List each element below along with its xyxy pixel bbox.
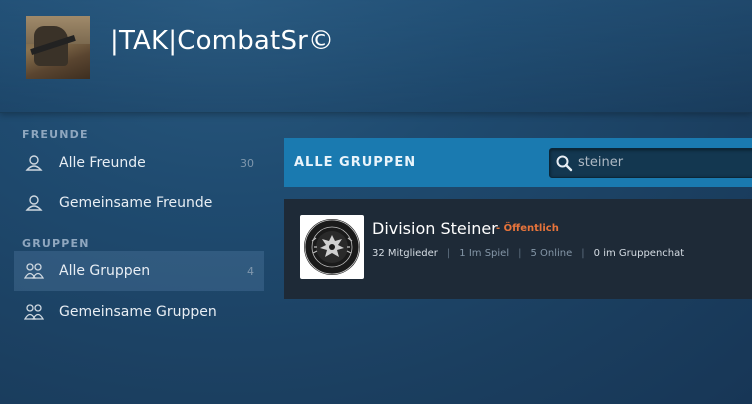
group-online: 5 Online	[530, 248, 573, 259]
sidebar-item-count: 4	[247, 264, 254, 278]
group-in-game: 1 Im Spiel	[459, 248, 510, 259]
group-stats: 32 Mitglieder | 1 Im Spiel | 5 Online | …	[372, 248, 684, 259]
person-icon	[24, 194, 44, 212]
profile-header: |TAK|CombatSr©	[0, 0, 752, 113]
group-visibility-badge: - Öffentlich	[496, 223, 559, 234]
group-logo[interactable]	[300, 215, 364, 279]
sidebar-item-label: Gemeinsame Freunde	[59, 195, 213, 211]
sidebar-item-label: Alle Gruppen	[59, 263, 151, 279]
sidebar-item-all-groups[interactable]: Alle Gruppen 4	[14, 251, 264, 291]
group-in-chat: 0 im Gruppenchat	[593, 248, 685, 259]
group-search-input[interactable]	[578, 153, 748, 171]
section-label-friends: FREUNDE	[22, 128, 89, 141]
sidebar-item-all-friends[interactable]: Alle Freunde 30	[14, 143, 264, 183]
sidebar-item-label: Gemeinsame Gruppen	[59, 304, 217, 320]
sidebar-item-label: Alle Freunde	[59, 155, 146, 171]
group-name[interactable]: Division Steiner	[372, 219, 498, 238]
stat-divider: |	[581, 248, 585, 259]
sidebar-item-common-groups[interactable]: Gemeinsame Gruppen	[14, 292, 264, 332]
group-result-card[interactable]: Division Steiner - Öffentlich 32 Mitglie…	[284, 199, 752, 299]
profile-username: |TAK|CombatSr©	[110, 26, 335, 56]
groups-title: ALLE GRUPPEN	[294, 155, 417, 170]
section-label-groups: GRUPPEN	[22, 237, 90, 250]
avatar[interactable]	[26, 16, 90, 79]
group-members: 32 Mitglieder	[372, 248, 438, 259]
groups-header-bar: ALLE GRUPPEN	[284, 138, 752, 187]
person-icon	[24, 154, 44, 172]
group-search-box[interactable]	[549, 148, 752, 178]
stat-divider: |	[446, 248, 451, 259]
group-icon	[24, 262, 44, 280]
sidebar-item-count: 30	[240, 156, 254, 170]
magnifier-icon	[555, 154, 573, 172]
sidebar-item-common-friends[interactable]: Gemeinsame Freunde	[14, 183, 264, 223]
group-icon	[24, 303, 44, 321]
stat-divider: |	[518, 248, 522, 259]
